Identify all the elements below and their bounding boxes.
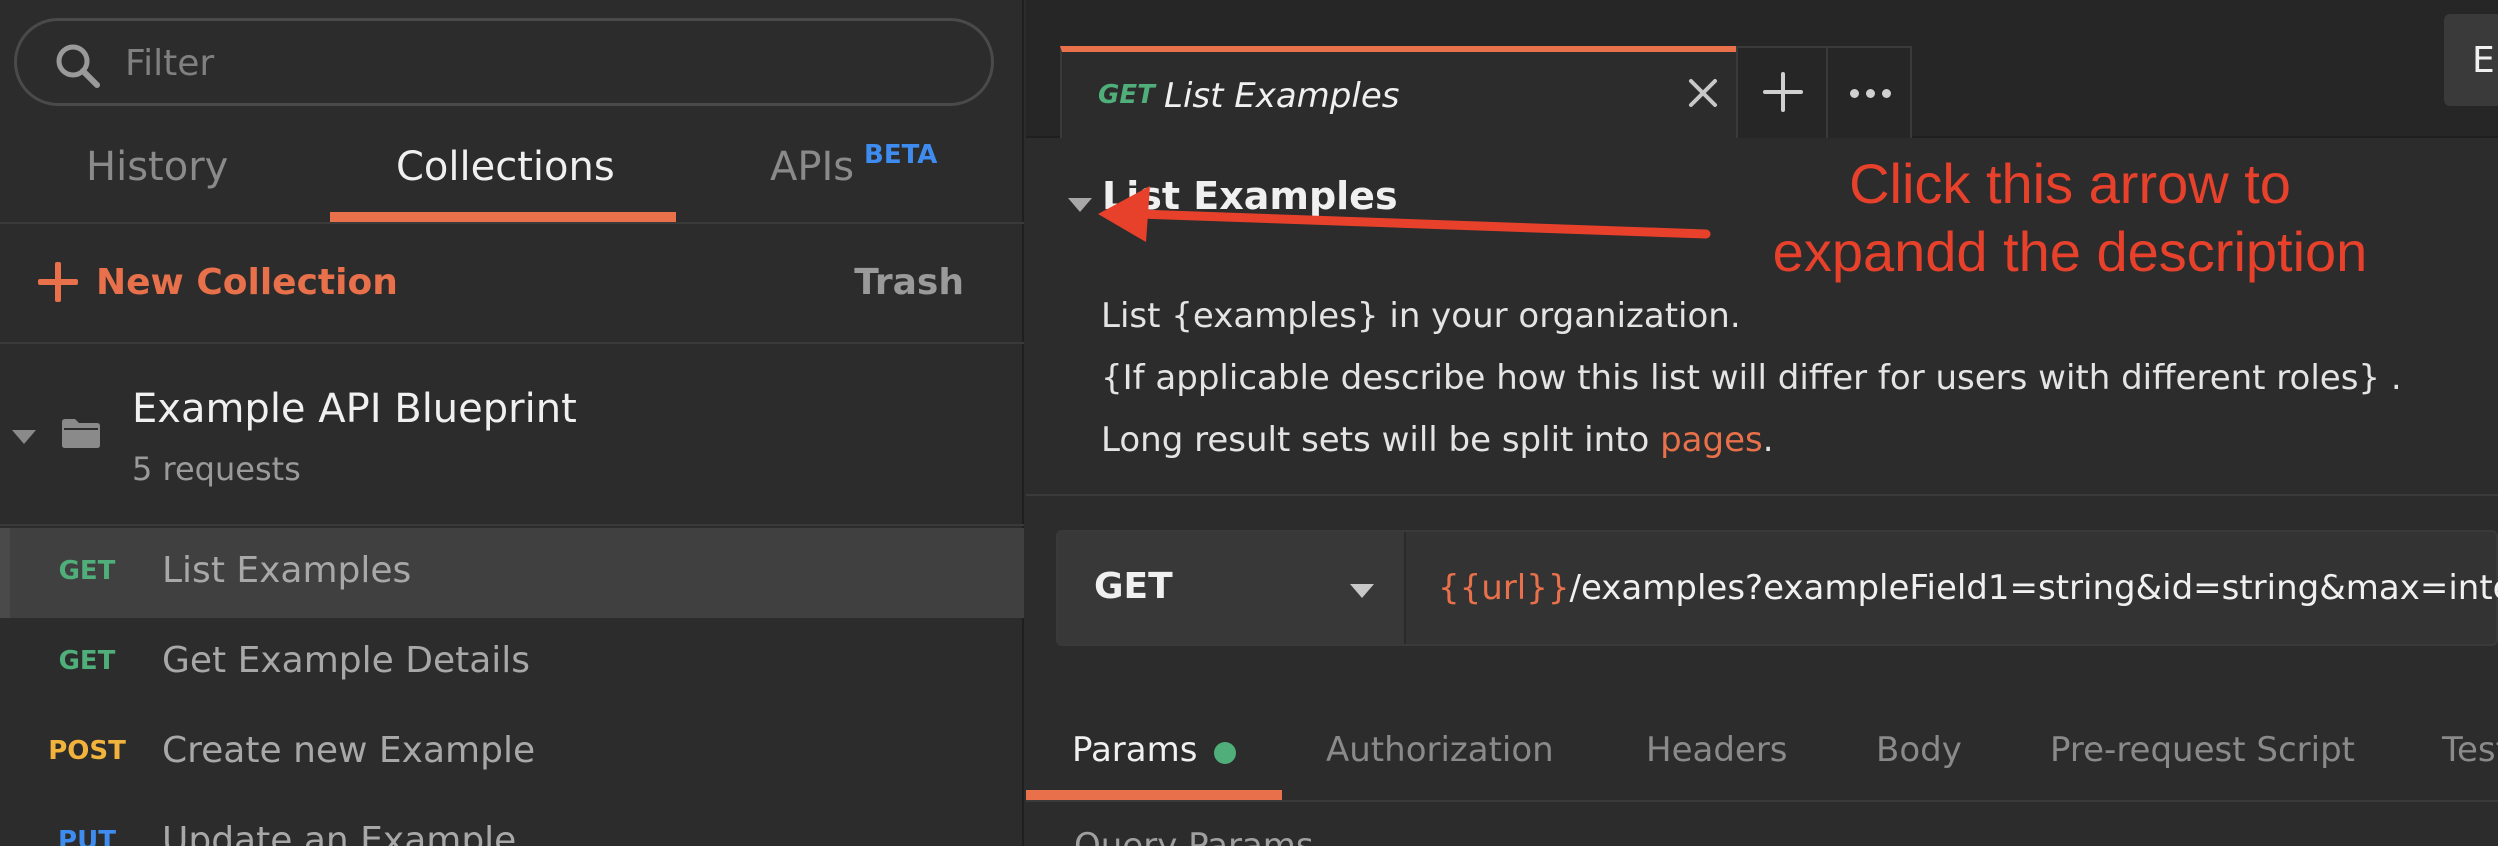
- request-name: List Examples: [162, 550, 412, 591]
- method-select[interactable]: GET: [1058, 532, 1406, 644]
- description-line: {If applicable describe how this list wi…: [1101, 358, 2402, 398]
- request-name: Get Example Details: [162, 640, 531, 681]
- request-item-update-an-example[interactable]: PUT Update an Example: [0, 798, 1024, 846]
- more-icon[interactable]: [1830, 48, 1912, 138]
- folder-icon: [62, 419, 100, 448]
- description-line: Long result sets will be split into page…: [1101, 420, 1774, 460]
- annotation-text: Click this arrow to expandd the descript…: [1740, 150, 2400, 286]
- tab-tests[interactable]: Tests: [2442, 730, 2498, 770]
- request-item-create-new-example[interactable]: POST Create new Example: [0, 708, 1024, 798]
- collection-count: 5 requests: [132, 450, 301, 488]
- params-status-dot: [1214, 742, 1236, 764]
- add-tab-button[interactable]: [1738, 48, 1828, 138]
- search-icon: [56, 44, 100, 88]
- tab-collections[interactable]: Collections: [396, 144, 615, 190]
- tab-actions: [1736, 46, 1912, 138]
- annotation-line: expandd the description: [1772, 220, 2368, 283]
- method-badge: PUT: [58, 826, 116, 846]
- url-variable: {{url}}: [1438, 568, 1570, 608]
- tab-title: List Examples: [1164, 76, 1400, 116]
- active-tab-indicator: [330, 212, 676, 222]
- request-tab[interactable]: GET List Examples: [1060, 46, 1740, 138]
- description-title: List Examples: [1102, 174, 1398, 218]
- collection-actions: New Collection Trash: [0, 226, 1024, 344]
- description-line: List {examples} in your organization.: [1101, 296, 1741, 336]
- tab-pre-request-script[interactable]: Pre-request Script: [2050, 730, 2355, 770]
- collection-item[interactable]: Example API Blueprint 5 requests: [0, 346, 1024, 526]
- tab-method: GET: [1098, 80, 1155, 110]
- close-icon[interactable]: [1686, 76, 1720, 110]
- annotation-line: Click this arrow to: [1849, 152, 2291, 215]
- pages-link[interactable]: pages: [1660, 420, 1763, 460]
- chevron-down-icon: [1350, 584, 1374, 598]
- url-input[interactable]: {{url}}/examples?exampleField1=string&id…: [1438, 568, 2498, 608]
- caret-down-icon[interactable]: [12, 430, 36, 444]
- tab-body[interactable]: Body: [1876, 730, 1962, 770]
- tab-history[interactable]: History: [86, 144, 228, 190]
- description-text: .: [1762, 420, 1774, 460]
- url-path: /examples?exampleField1=string&id=string…: [1569, 568, 2498, 608]
- method-value: GET: [1094, 566, 1173, 607]
- request-url-bar: GET {{url}}/examples?exampleField1=strin…: [1056, 530, 2498, 646]
- sidebar: History Collections APIs BETA New Collec…: [0, 0, 1024, 846]
- environment-button[interactable]: E: [2444, 14, 2498, 106]
- new-collection-button[interactable]: New Collection: [96, 262, 398, 303]
- beta-badge: BETA: [864, 140, 938, 170]
- method-badge: GET: [58, 646, 116, 676]
- expand-description-caret-icon[interactable]: [1068, 198, 1092, 212]
- tab-authorization[interactable]: Authorization: [1326, 730, 1554, 770]
- environment-label: E: [2472, 40, 2495, 81]
- query-params-label: Query Params: [1074, 826, 1314, 846]
- tab-apis[interactable]: APIs: [770, 144, 854, 190]
- main-panel: GET List Examples E List Examples List {…: [1026, 0, 2498, 846]
- request-subtabs: Params Authorization Headers Body Pre-re…: [1026, 692, 2498, 802]
- method-badge: POST: [48, 736, 126, 766]
- request-item-list-examples[interactable]: GET List Examples: [0, 528, 1024, 618]
- sidebar-tabs: History Collections APIs BETA: [0, 120, 1024, 224]
- tab-headers[interactable]: Headers: [1646, 730, 1788, 770]
- tab-params[interactable]: Params: [1072, 730, 1197, 770]
- plus-icon[interactable]: [38, 262, 78, 302]
- request-name: Create new Example: [162, 730, 536, 771]
- request-item-get-example-details[interactable]: GET Get Example Details: [0, 618, 1024, 708]
- method-badge: GET: [58, 556, 116, 586]
- request-name: Update an Example: [162, 820, 517, 846]
- request-tabstrip: GET List Examples E: [1026, 0, 2498, 138]
- description-text: Long result sets will be split into: [1101, 420, 1661, 460]
- trash-button[interactable]: Trash: [854, 262, 964, 303]
- collection-name: Example API Blueprint: [132, 386, 577, 432]
- active-subtab-indicator: [1026, 790, 1282, 800]
- app-window: History Collections APIs BETA New Collec…: [0, 0, 2498, 846]
- filter-box[interactable]: [14, 18, 994, 106]
- filter-input[interactable]: [125, 35, 965, 91]
